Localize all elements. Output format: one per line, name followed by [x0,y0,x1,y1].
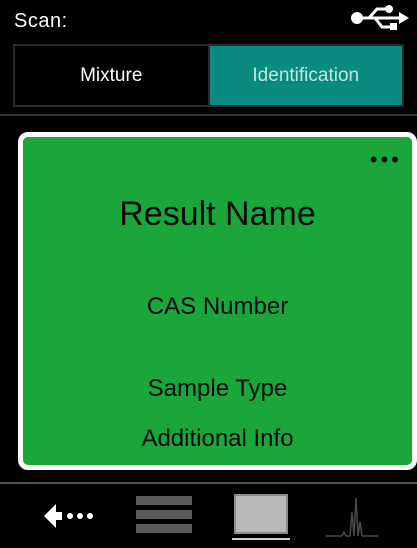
back-button[interactable] [40,492,100,540]
scan-title: Scan: [14,10,68,32]
tile-view-button[interactable] [232,492,290,540]
result-name: Result Name [119,195,316,233]
mode-tabs: Mixture Identification [13,44,404,107]
active-indicator [232,538,290,540]
tab-mixture[interactable]: Mixture [15,46,208,105]
bottom-nav [0,484,417,548]
spectrum-icon [326,497,378,537]
tab-mixture-label: Mixture [80,64,143,86]
spectrum-view-button[interactable] [324,492,380,540]
more-dots-icon[interactable]: ••• [370,149,402,171]
cas-number: CAS Number [146,293,289,320]
additional-info: Additional Info [141,425,294,452]
header-divider [0,114,417,116]
back-arrow-icon [44,504,93,528]
tile-view-icon [234,494,288,534]
list-view-button[interactable] [136,492,192,540]
tab-identification-label: Identification [252,64,360,86]
result-card[interactable]: ••• Result Name CAS Number Sample Type A… [18,132,417,470]
top-bar: Scan: [0,0,417,44]
tab-identification[interactable]: Identification [207,46,402,105]
sample-type: Sample Type [147,375,288,402]
usb-icon [351,5,409,30]
